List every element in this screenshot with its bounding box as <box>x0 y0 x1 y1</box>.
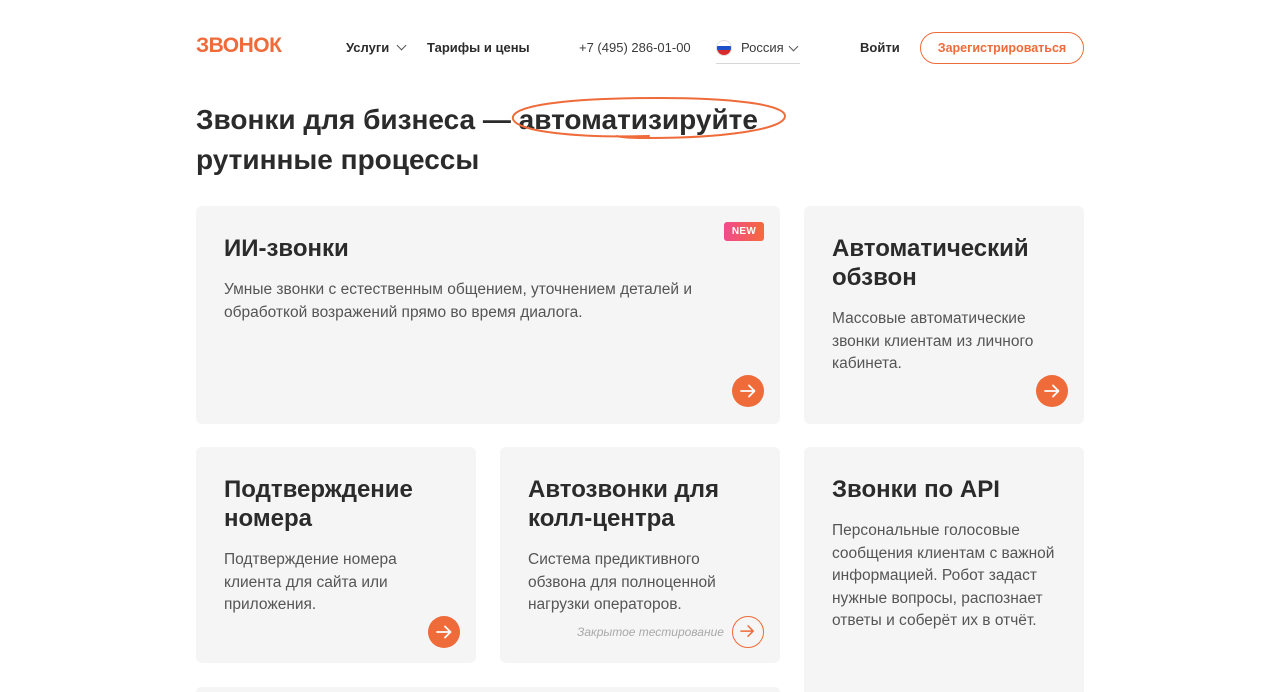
login-link[interactable]: Войти <box>860 40 900 55</box>
arrow-right-icon[interactable] <box>732 616 764 648</box>
card-text: Массовые автоматические звонки клиентам … <box>832 310 1034 372</box>
site-header: ЗВОНОК Услуги Тарифы и цены +7 (495) 286… <box>196 28 1084 68</box>
card-text: Персональные голосовые сообщения клиента… <box>832 522 1055 629</box>
register-button[interactable]: Зарегистрироваться <box>920 32 1084 64</box>
page-title: Звонки для бизнеса — автоматизируйте рут… <box>196 96 896 180</box>
card-partial <box>196 687 780 692</box>
card-text: Система предиктивного обзвона для полноц… <box>528 551 716 613</box>
russia-flag-icon <box>716 40 732 56</box>
chevron-down-icon <box>788 41 799 52</box>
card-api-calls[interactable]: Звонки по API Персональные голосовые соо… <box>804 447 1084 692</box>
card-number-confirmation[interactable]: Подтверждение номера Подтверждение номер… <box>196 447 476 663</box>
title-part2: рутинные процессы <box>196 144 480 175</box>
card-title: Автоматический обзвон <box>832 235 1029 291</box>
card-text: Умные звонки с естественным общением, ут… <box>224 281 693 321</box>
chevron-down-icon <box>396 40 407 51</box>
nav-services-label: Услуги <box>346 40 390 55</box>
card-auto-dialing[interactable]: Автоматический обзвон Массовые автоматич… <box>804 206 1084 424</box>
card-title: Звонки по API <box>832 476 1000 503</box>
card-ai-calls[interactable]: ИИ-звонки NEW Умные звонки с естественны… <box>196 206 780 424</box>
card-title: ИИ-звонки <box>224 235 349 262</box>
nav-services[interactable]: Услуги <box>346 40 407 55</box>
card-call-center[interactable]: Автозвонки для колл-центра Система преди… <box>500 447 780 663</box>
nav-tariffs[interactable]: Тарифы и цены <box>427 40 530 55</box>
logo[interactable]: ЗВОНОК <box>196 34 282 58</box>
closed-testing-note: Закрытое тестирование <box>577 625 724 639</box>
arrow-right-icon[interactable] <box>732 375 764 407</box>
card-title: Подтверждение номера <box>224 476 413 532</box>
title-part1: Звонки для бизнеса — <box>196 104 519 135</box>
arrow-right-icon[interactable] <box>1036 375 1068 407</box>
card-title: Автозвонки для колл-центра <box>528 476 719 532</box>
card-text: Подтверждение номера клиента для сайта и… <box>224 551 397 613</box>
region-select[interactable]: Россия <box>716 32 800 64</box>
region-label: Россия <box>741 40 784 55</box>
title-highlight: автоматизируйте <box>511 96 786 140</box>
arrow-right-icon[interactable] <box>428 616 460 648</box>
phone-number[interactable]: +7 (495) 286-01-00 <box>579 40 691 55</box>
new-badge: NEW <box>724 222 764 241</box>
